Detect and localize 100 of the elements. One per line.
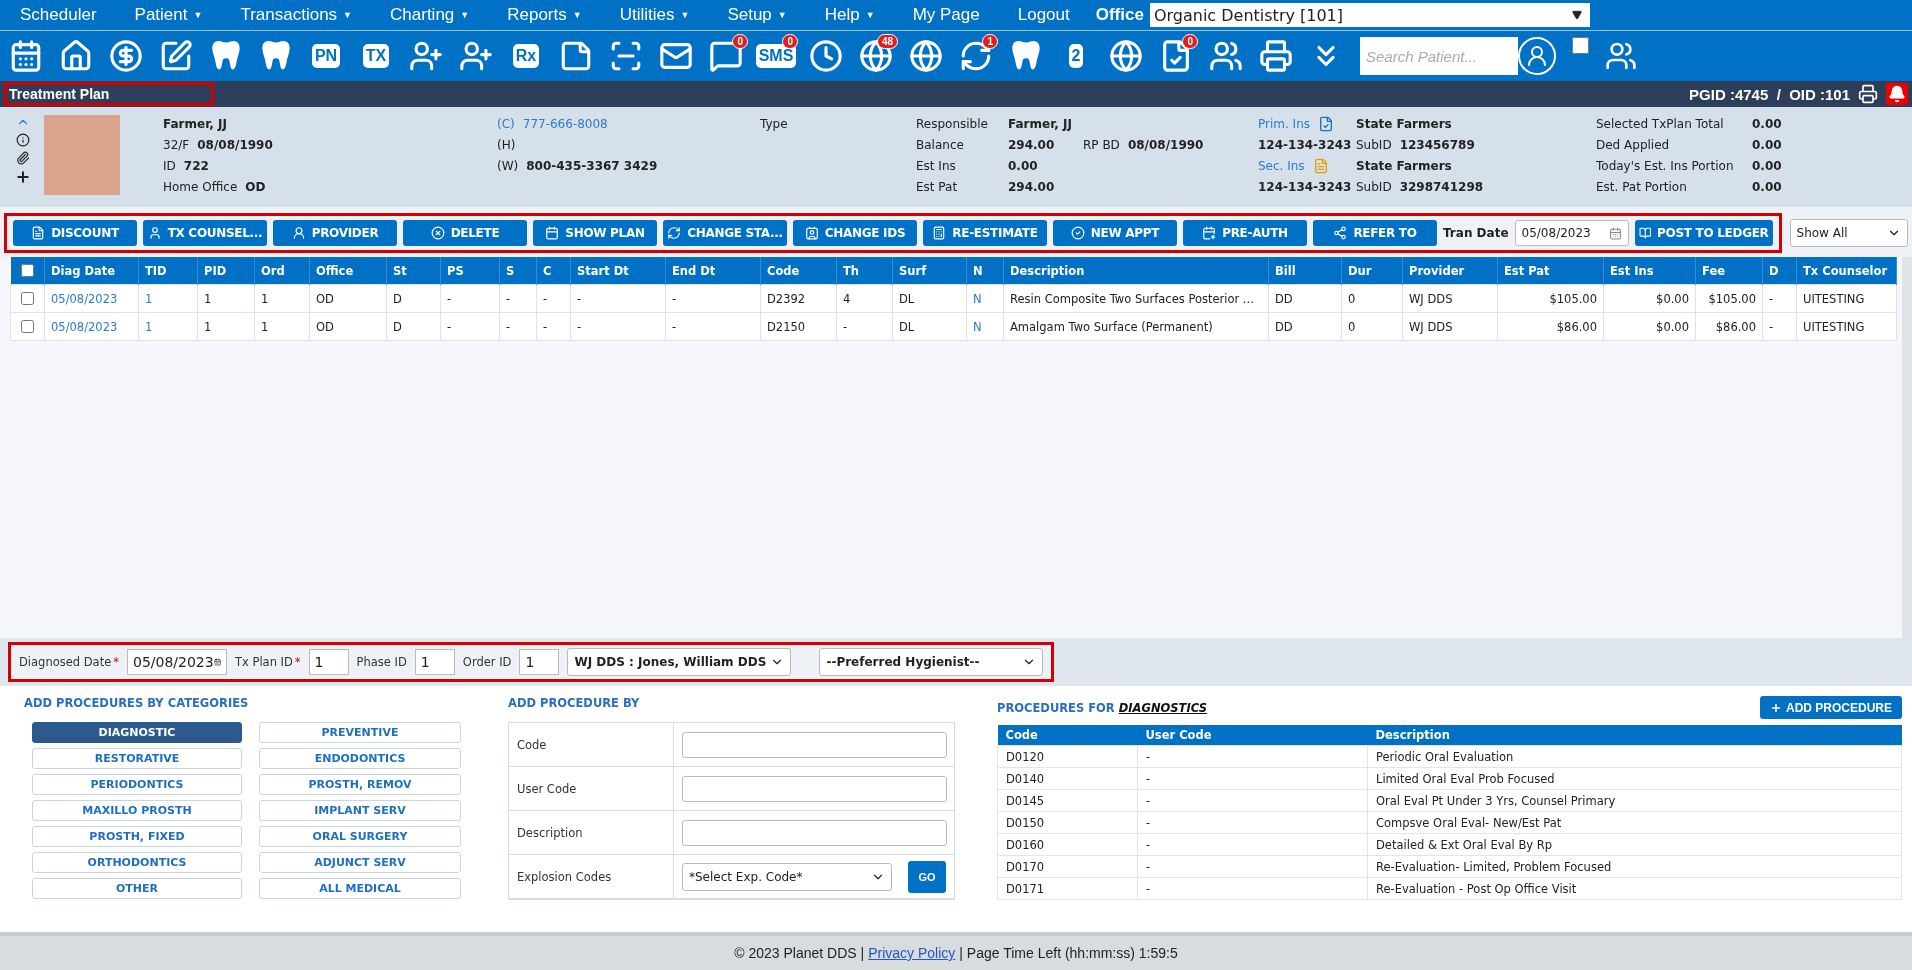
printer-icon[interactable] [1858,84,1878,104]
category-button[interactable]: ORTHODONTICS [32,852,242,873]
menu-item[interactable]: Help ▼ [824,5,875,25]
privacy-link[interactable]: Privacy Policy [868,945,956,961]
category-button[interactable]: PERIODONTICS [32,774,242,795]
document-check-icon[interactable] [1318,115,1334,132]
table-cell: WJ DDS [1402,312,1498,341]
section-title: PROCEDURES FOR DIAGNOSTICS [997,700,1208,715]
input-field[interactable]: 1 [519,649,560,675]
category-button[interactable]: ADJUNCT SERV [259,852,461,873]
menu-item[interactable]: Reports ▼ [507,5,582,25]
row-checkbox[interactable] [21,320,34,333]
table-cell: D0170 [997,855,1138,878]
table-cell: - [1137,855,1368,878]
checkbox[interactable] [1572,37,1589,54]
input-field[interactable]: 1 [308,649,349,675]
patient-name: Farmer, JJ [163,116,227,131]
action-button[interactable]: CHANGE STA... [663,220,787,246]
dropdown-arrow-icon [1571,10,1582,20]
category-button[interactable]: ALL MEDICAL [259,878,461,899]
filter-select[interactable]: Show All [1789,219,1908,247]
select-field[interactable]: *Select Exp. Code* [682,862,892,891]
table-cell[interactable]: 1 [138,312,198,341]
input-field[interactable] [682,731,947,758]
select-field[interactable]: --Preferred Hygienist-- [819,648,1044,676]
date-field[interactable]: 05/08/2023 [1514,220,1629,246]
toolbar-button[interactable]: 1 [954,34,998,78]
table-cell[interactable]: N [966,284,1004,313]
input-field[interactable] [682,819,947,846]
globe-icon [909,39,943,73]
category-button[interactable]: ENDODONTICS [259,748,461,769]
info-icon[interactable] [16,133,30,147]
column-header: Bill [1268,257,1342,285]
action-button[interactable]: CHANGE IDS [793,220,917,246]
category-button[interactable]: IMPLANT SERV [259,800,461,821]
table-cell: - [499,284,537,313]
input-field[interactable] [682,775,947,802]
column-header: Dur [1341,257,1403,285]
insurance-link[interactable]: Sec. Ins [1258,158,1305,173]
menu-item[interactable]: Utilities ▼ [619,5,690,25]
add-procedure-button[interactable]: ADD PROCEDURE [1760,696,1902,719]
category-button[interactable]: DIAGNOSTIC [32,722,242,743]
table-cell: DD [1268,312,1342,341]
notification-button[interactable] [1886,83,1908,105]
menu-item[interactable]: Patient ▼ [134,5,203,25]
insurance-link[interactable]: Prim. Ins [1258,116,1310,131]
paperclip-icon[interactable] [16,151,30,165]
category-button[interactable]: PROSTH, REMOV [259,774,461,795]
toolbar-button[interactable]: 0 [1154,34,1198,78]
action-button[interactable]: DISCOUNT [13,220,137,246]
plus-icon[interactable] [15,169,31,185]
go-button[interactable]: GO [908,860,946,893]
menu-item[interactable]: Setup ▼ [727,5,787,25]
input-field[interactable]: 1 [414,649,455,675]
toolbar-button[interactable]: TX [354,34,398,78]
search-button[interactable] [1518,37,1556,75]
phone-number[interactable]: 777-666-8008 [522,116,608,131]
action-button[interactable]: SHOW PLAN [533,220,657,246]
table-cell: OD [309,312,387,341]
menu-item[interactable]: Scheduler [20,5,97,25]
action-button[interactable]: DELETE [403,220,527,246]
column-header: C [536,257,571,285]
table-cell[interactable]: 1 [138,284,198,313]
search-field[interactable]: Search Patient... [1360,37,1518,75]
account-label: Balance [916,137,965,152]
action-button[interactable]: NEW APPT [1053,220,1177,246]
menu-item[interactable]: Charting ▼ [390,5,470,25]
action-button[interactable]: PROVIDER [273,220,397,246]
sync-icon [959,39,993,73]
toolbar-button[interactable]: 48 [854,34,898,78]
toolbar-button[interactable]: 0 [704,34,748,78]
select-all-checkbox[interactable] [20,264,34,277]
table-cell[interactable]: 05/08/2023 [44,312,139,341]
table-cell: - [1137,811,1368,834]
calendar-icon [1608,226,1622,240]
category-button[interactable]: ORAL SURGERY [259,826,461,847]
action-button[interactable]: TX COUNSEL... [143,220,267,246]
office-select[interactable]: Organic Dentistry [101] [1149,3,1590,27]
post-button[interactable]: POST TO LEDGER [1634,220,1773,246]
type-label: Type [760,116,788,131]
table-cell[interactable]: 05/08/2023 [44,284,139,313]
row-checkbox[interactable] [21,292,34,305]
menu-item[interactable]: Transactions ▼ [240,5,353,25]
action-button[interactable]: PRE-AUTH [1183,220,1307,246]
menu-item[interactable]: Logout [1017,5,1070,25]
toolbar-button[interactable]: PN [304,34,348,78]
action-button[interactable]: REFER TO [1313,220,1437,246]
toolbar-button[interactable]: Rx [504,34,548,78]
category-button[interactable]: PROSTH, FIXED [32,826,242,847]
category-button[interactable]: MAXILLO PROSTH [32,800,242,821]
select-field[interactable]: WJ DDS : Jones, William DDS [567,648,792,676]
calendar-plus-icon [1202,226,1217,240]
toolbar-button[interactable]: 2 [1054,34,1098,78]
category-button[interactable]: PREVENTIVE [259,722,461,743]
category-button[interactable]: OTHER [32,878,242,899]
phone-number[interactable]: 800-435-3367 3429 [526,158,658,173]
category-button[interactable]: RESTORATIVE [32,748,242,769]
menu-item[interactable]: My Page [912,5,980,25]
action-button[interactable]: RE-ESTIMATE [923,220,1047,246]
date-field[interactable]: 05/08/2023 [127,649,227,675]
